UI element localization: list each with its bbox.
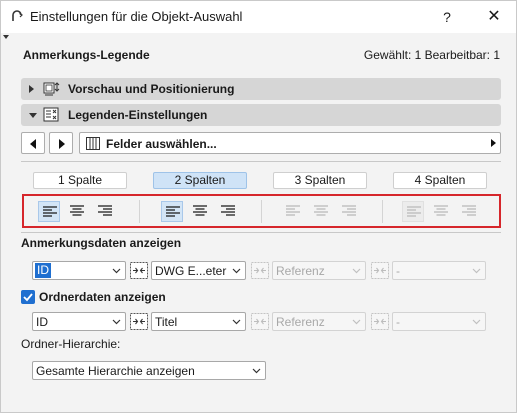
previous-field-button[interactable] (21, 132, 45, 154)
align-right-button[interactable] (94, 201, 116, 222)
separator-toggle-icon[interactable] (251, 262, 269, 279)
align-center-icon (70, 205, 84, 216)
folder-field-4-dropdown[interactable]: - (392, 312, 486, 331)
align-right-button[interactable] (338, 201, 360, 222)
close-button[interactable]: ✕ (482, 7, 506, 27)
folder-field-4-value: - (396, 315, 400, 329)
divider (21, 232, 501, 233)
section-legend-label: Legenden-Einstellungen (68, 108, 208, 122)
section-preview-label: Vorschau und Positionierung (68, 82, 235, 96)
align-right-icon (462, 205, 476, 216)
annotation-field-3-dropdown[interactable]: Referenz (272, 261, 366, 280)
next-field-button[interactable] (49, 132, 73, 154)
annotation-field-4-dropdown[interactable]: - (392, 261, 486, 280)
align-left-icon (286, 205, 300, 216)
chevron-down-icon (472, 319, 481, 325)
separator-toggle-icon[interactable] (371, 313, 389, 330)
align-left-icon (166, 206, 180, 217)
column-option-2[interactable]: 2 Spalten (153, 172, 247, 189)
checkmark-icon (23, 293, 33, 302)
chevron-down-icon (352, 319, 361, 325)
align-right-button[interactable] (217, 201, 239, 222)
align-center-icon (434, 205, 448, 216)
window-title: Einstellungen für die Objekt-Auswahl (30, 9, 243, 24)
chevron-down-icon (112, 268, 121, 274)
align-left-button[interactable] (282, 201, 304, 222)
folder-field-2-dropdown[interactable]: Titel (151, 312, 246, 331)
align-center-button[interactable] (430, 201, 452, 222)
folder-field-1-value: ID (36, 315, 48, 329)
preview-layout-icon (43, 82, 60, 96)
chevron-down-icon (472, 268, 481, 274)
chevron-down-icon (112, 319, 121, 325)
align-left-button[interactable] (402, 201, 424, 222)
columns-icon (86, 137, 100, 150)
annotation-field-4-value: - (396, 264, 400, 278)
align-right-icon (221, 205, 235, 216)
align-right-icon (98, 205, 112, 216)
system-menu-arrow-icon[interactable] (3, 35, 9, 39)
separator-toggle-icon[interactable] (371, 262, 389, 279)
section-preview-positioning[interactable]: Vorschau und Positionierung (21, 78, 501, 100)
app-icon (12, 10, 23, 21)
align-left-icon (407, 206, 421, 217)
dropdown-arrow-icon (491, 139, 496, 147)
hierarchy-label: Ordner-Hierarchie: (21, 337, 121, 351)
chevron-down-icon (352, 268, 361, 274)
annotation-field-2-dropdown[interactable]: DWG E...eter (151, 261, 246, 280)
chevron-down-icon (232, 268, 241, 274)
group-separator (261, 200, 262, 223)
dialog-window: Einstellungen für die Objekt-Auswahl ? ✕… (0, 0, 517, 413)
align-center-button[interactable] (189, 201, 211, 222)
title-bar: Einstellungen für die Objekt-Auswahl ? ✕ (1, 1, 516, 33)
align-center-button[interactable] (66, 201, 88, 222)
folder-data-label[interactable]: Ordnerdaten anzeigen (39, 290, 166, 304)
chevron-down-icon (252, 368, 261, 374)
help-button[interactable]: ? (435, 7, 459, 27)
section-legend-settings[interactable]: Legenden-Einstellungen (21, 104, 501, 126)
align-center-icon (193, 205, 207, 216)
align-center-button[interactable] (310, 201, 332, 222)
field-navigation-row: Felder auswählen... (21, 132, 501, 154)
selection-status: Gewählt: 1 Bearbeitbar: 1 (363, 48, 500, 62)
alignment-strip (22, 194, 501, 228)
folder-field-1-dropdown[interactable]: ID (32, 312, 126, 331)
folder-field-2-value: Titel (155, 315, 178, 329)
previous-arrow-icon (30, 139, 36, 149)
align-center-icon (314, 205, 328, 216)
folder-field-3-dropdown[interactable]: Referenz (272, 312, 366, 331)
field-select-label: Felder auswählen... (106, 137, 217, 151)
align-left-button[interactable] (38, 201, 60, 222)
chevron-down-icon (232, 319, 241, 325)
separator-toggle-icon[interactable] (130, 313, 148, 330)
annotation-field-1-dropdown[interactable]: ID (32, 261, 126, 280)
column-option-1[interactable]: 1 Spalte (33, 172, 127, 189)
column-option-4[interactable]: 4 Spalten (393, 172, 487, 189)
annotation-field-2-value: DWG E...eter (155, 264, 227, 278)
next-arrow-icon (59, 139, 65, 149)
divider (21, 161, 501, 162)
group-separator (139, 200, 140, 223)
align-right-button[interactable] (458, 201, 480, 222)
annotation-data-heading: Anmerkungsdaten anzeigen (21, 236, 182, 250)
legend-title: Anmerkungs-Legende (23, 48, 150, 62)
legend-settings-icon (43, 107, 59, 122)
field-select-dropdown[interactable]: Felder auswählen... (79, 132, 501, 154)
folder-data-checkbox[interactable] (21, 290, 35, 304)
align-left-icon (43, 206, 57, 217)
hierarchy-value: Gesamte Hierarchie anzeigen (36, 364, 195, 378)
folder-field-3-value: Referenz (276, 315, 325, 329)
align-left-button[interactable] (161, 201, 183, 222)
column-option-3[interactable]: 3 Spalten (273, 172, 367, 189)
separator-toggle-icon[interactable] (130, 262, 148, 279)
annotation-field-1-value: ID (35, 263, 51, 278)
annotation-field-3-value: Referenz (276, 264, 325, 278)
separator-toggle-icon[interactable] (251, 313, 269, 330)
collapse-arrow-icon (29, 113, 37, 118)
group-separator (382, 200, 383, 223)
expand-arrow-icon (29, 85, 34, 93)
align-right-icon (342, 205, 356, 216)
hierarchy-dropdown[interactable]: Gesamte Hierarchie anzeigen (32, 361, 266, 380)
